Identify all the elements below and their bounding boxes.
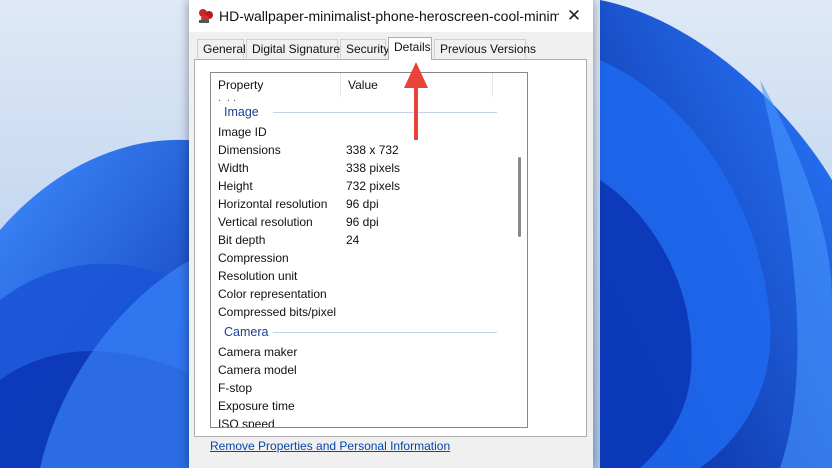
remove-properties-link[interactable]: Remove Properties and Personal Informati… [210,439,450,453]
property-name: Image ID [218,125,267,139]
column-header-property[interactable]: Property [211,73,341,97]
group-divider [273,112,497,113]
scrollbar-thumb[interactable] [518,157,521,237]
list-item[interactable]: Compressed bits/pixel [211,303,511,321]
list-item[interactable]: Horizontal resolution 96 dpi [211,195,511,213]
list-item[interactable]: F-stop [211,379,511,397]
property-name: Height [218,179,253,193]
tab-security[interactable]: Security [340,39,389,58]
group-label: Image [224,105,259,119]
group-header-camera: Camera [211,321,511,343]
tab-digital-signatures[interactable]: Digital Signatures [246,39,346,58]
list-item[interactable]: ISO speed [211,415,511,428]
list-item[interactable]: Bit depth 24 [211,231,511,249]
property-name: Width [218,161,249,175]
group-header-image: Image [211,101,511,123]
group-label: Camera [224,325,269,339]
property-value: 338 pixels [346,161,401,175]
list-item[interactable]: Exposure time [211,397,511,415]
property-name: Bit depth [218,233,266,247]
property-value: 338 x 732 [346,143,399,157]
details-panel: Property Value · · · Image Image ID Dimens… [194,59,587,437]
list-item[interactable]: Camera maker [211,343,511,361]
properties-list[interactable]: Property Value · · · Image Image ID Dimens… [210,72,528,428]
close-button[interactable]: ✕ [561,4,587,28]
property-name: Vertical resolution [218,215,313,229]
list-item[interactable]: Resolution unit [211,267,511,285]
property-name: ISO speed [218,417,275,428]
properties-dialog: HD-wallpaper-minimalist-phone-heroscreen… [189,0,593,468]
title-bar: HD-wallpaper-minimalist-phone-heroscreen… [189,0,593,32]
property-name: F-stop [218,381,253,395]
property-name: Color representation [218,287,327,301]
property-name: Resolution unit [218,269,298,283]
tab-details[interactable]: Details [388,37,432,60]
property-value: 24 [346,233,360,247]
red-arrow-annotation [404,62,428,140]
window-title: HD-wallpaper-minimalist-phone-heroscreen… [219,8,559,24]
vertical-scrollbar[interactable] [513,73,527,427]
list-item[interactable]: Dimensions 338 x 732 [211,141,511,159]
list-item[interactable]: Height 732 pixels [211,177,511,195]
property-value: 96 dpi [346,197,379,211]
list-item[interactable]: Vertical resolution 96 dpi [211,213,511,231]
list-item[interactable]: Camera model [211,361,511,379]
list-header: Property Value [211,73,527,97]
list-item[interactable]: Compression [211,249,511,267]
list-rows: Image Image ID Dimensions 338 x 732 Width 338… [211,101,511,428]
tab-general[interactable]: General [197,39,246,58]
image-file-icon [199,9,213,23]
tab-strip: General Digital Signatures Security Deta… [189,37,593,60]
list-item[interactable]: Image ID [211,123,511,141]
property-name: Dimensions [218,143,281,157]
property-name: Compressed bits/pixel [218,305,337,319]
property-name: Exposure time [218,399,295,413]
property-value: 96 dpi [346,215,379,229]
property-name: Horizontal resolution [218,197,328,211]
property-name: Compression [218,251,289,265]
group-divider [273,332,497,333]
list-item[interactable]: Color representation [211,285,511,303]
tab-previous-versions[interactable]: Previous Versions [434,39,536,58]
arrow-up-icon [404,62,428,140]
list-item[interactable]: Width 338 pixels [211,159,511,177]
property-name: Camera model [218,363,297,377]
property-name: Camera maker [218,345,298,359]
property-value: 732 pixels [346,179,401,193]
